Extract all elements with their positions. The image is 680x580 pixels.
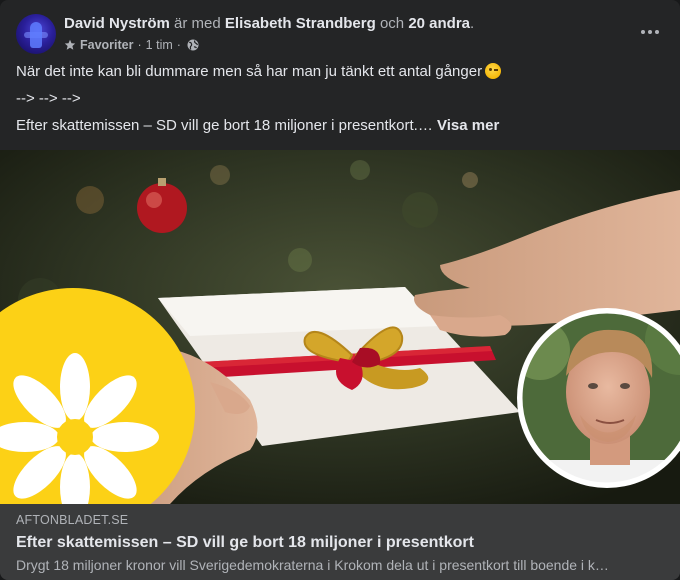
meta-dot: ·	[176, 38, 181, 52]
post-meta: Favoriter · 1 tim ·	[64, 37, 199, 53]
author-avatar[interactable]	[16, 14, 56, 54]
tagged-person[interactable]: Elisabeth Strandberg	[225, 15, 376, 32]
author-name[interactable]: David Nyström	[64, 15, 170, 32]
ellipsis-icon	[641, 30, 645, 34]
link-preview-image[interactable]	[0, 150, 680, 504]
tagged-others[interactable]: 20 andra	[408, 15, 470, 32]
post-header: David Nyström är med Elisabeth Strandber…	[16, 14, 664, 56]
preview-photo	[0, 150, 680, 504]
post-text: När det inte kan bli dummare men så har …	[16, 62, 664, 143]
more-options-button[interactable]	[636, 18, 664, 46]
globe-icon	[187, 39, 199, 51]
link-description: Drygt 18 miljoner kronor vill Sverigedem…	[16, 557, 609, 573]
post-text-line-2: --> --> -->	[16, 90, 81, 107]
post-card: David Nyström är med Elisabeth Strandber…	[0, 0, 680, 580]
meta-dot: ·	[137, 38, 142, 52]
post-text-line-3: Efter skattemissen – SD vill ge bort 18 …	[16, 117, 500, 134]
see-more-link[interactable]: Visa mer	[437, 117, 499, 134]
and-text: och	[379, 15, 405, 32]
star-icon	[64, 39, 76, 50]
end-punct: .	[470, 15, 475, 32]
link-preview-footer[interactable]: AFTONBLADET.SE Efter skattemissen – SD v…	[0, 504, 680, 580]
post-time[interactable]: 1 tim	[146, 37, 173, 53]
with-text: är med	[174, 15, 221, 32]
link-title[interactable]: Efter skattemissen – SD vill ge bort 18 …	[16, 532, 664, 554]
author-line: David Nyström är med Elisabeth Strandber…	[64, 15, 474, 33]
link-domain: AFTONBLADET.SE	[16, 513, 129, 527]
post-text-line-1: När det inte kan bli dummare men så har …	[16, 62, 664, 82]
winking-face-icon	[485, 63, 502, 79]
audience-label[interactable]: Favoriter	[80, 37, 134, 53]
